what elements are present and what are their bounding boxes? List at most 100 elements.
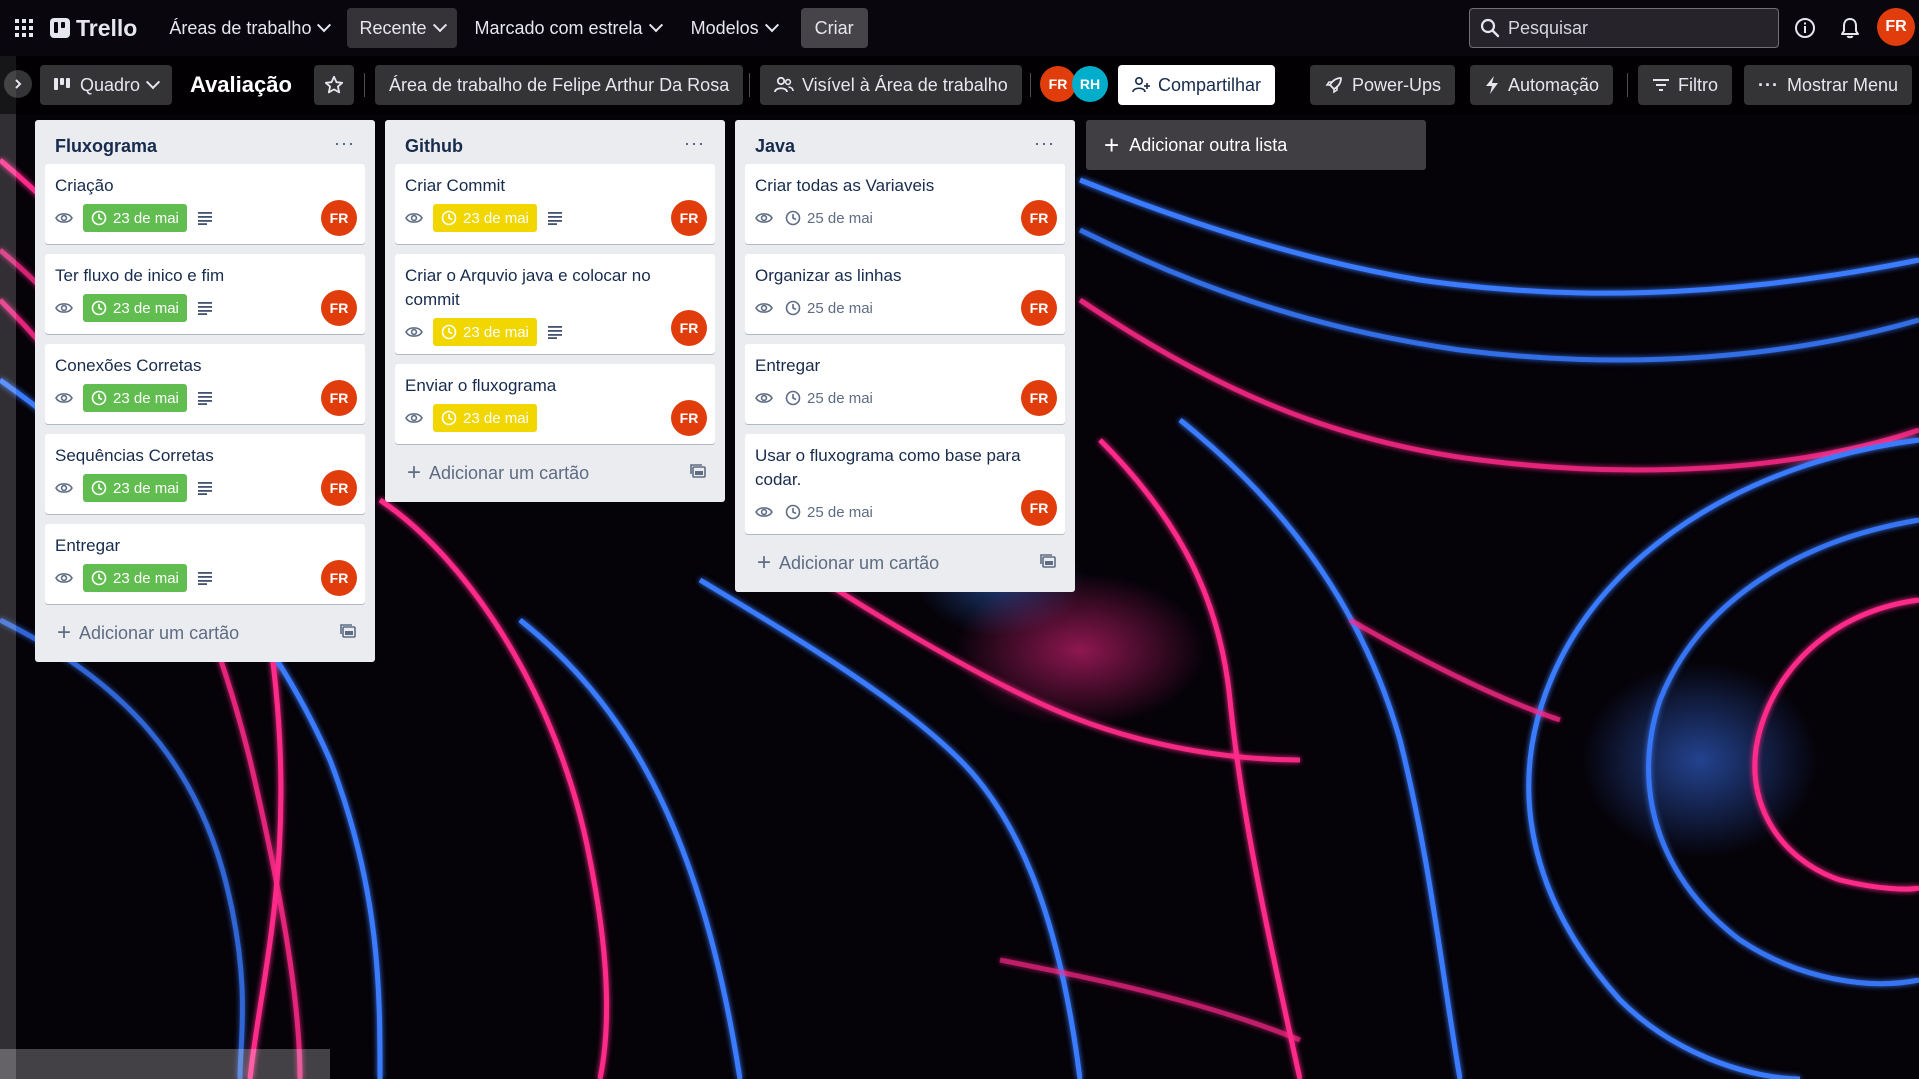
list-title[interactable]: Github [405, 136, 463, 157]
list-actions-icon[interactable]: ··· [1034, 134, 1055, 154]
board-view-switcher[interactable]: Quadro [40, 65, 173, 105]
due-date-badge[interactable]: 23 de mai [83, 384, 187, 412]
due-date-badge[interactable]: 23 de mai [83, 474, 187, 502]
show-menu-button[interactable]: ··· Mostrar Menu [1744, 65, 1913, 105]
card[interactable]: Criar todas as Variaveis 25 de mai FR [745, 164, 1065, 244]
due-date-badge[interactable]: 25 de mai [783, 204, 875, 232]
card-member-avatar[interactable]: FR [321, 200, 357, 236]
due-date-badge[interactable]: 25 de mai [783, 294, 875, 322]
add-card-label: Adicionar um cartão [779, 552, 940, 573]
create-from-template-icon[interactable] [339, 623, 357, 644]
list-actions-icon[interactable]: ··· [334, 134, 355, 154]
description-icon [197, 391, 213, 405]
menu-recent[interactable]: Recente [347, 8, 457, 48]
card-member-avatar[interactable]: FR [1021, 290, 1057, 326]
create-button[interactable]: Criar [800, 8, 868, 48]
card[interactable]: Sequências Corretas 23 de mai FR [45, 434, 365, 514]
card-member-avatar[interactable]: FR [671, 310, 707, 346]
clock-icon [785, 390, 801, 406]
card-member-avatar[interactable]: FR [321, 560, 357, 596]
member-avatar[interactable]: FR [1040, 66, 1076, 102]
watching-eye-icon [55, 571, 73, 585]
filter-button[interactable]: Filtro [1638, 65, 1732, 105]
due-date-badge[interactable]: 25 de mai [783, 498, 875, 526]
due-date-badge[interactable]: 23 de mai [433, 204, 537, 232]
card[interactable]: Criar Commit 23 de mai FR [395, 164, 715, 244]
add-card-button[interactable]: + Adicionar um cartão [45, 614, 365, 652]
horizontal-scrollbar[interactable] [0, 1049, 330, 1079]
info-icon[interactable] [1791, 14, 1819, 42]
search-icon [1480, 18, 1500, 38]
card-member-avatar[interactable]: FR [671, 200, 707, 236]
member-avatar[interactable]: RH [1072, 66, 1108, 102]
menu-starred[interactable]: Marcado com estrela [463, 8, 673, 48]
card[interactable]: Criação 23 de mai FR [45, 164, 365, 244]
power-ups-button[interactable]: Power-Ups [1310, 65, 1456, 105]
board-title[interactable]: Avaliação [190, 65, 292, 105]
list-java[interactable]: Java ··· Criar todas as Variaveis 25 de m… [735, 120, 1075, 592]
card-member-avatar[interactable]: FR [1021, 200, 1057, 236]
card-badges: 25 de mai [755, 204, 1055, 232]
due-date-text: 23 de mai [113, 209, 179, 227]
card-member-avatar[interactable]: FR [671, 400, 707, 436]
card[interactable]: Ter fluxo de inico e fim 23 de mai FR [45, 254, 365, 334]
card[interactable]: Enviar o fluxograma 23 de mai FR [395, 364, 715, 444]
menu-workspaces[interactable]: Áreas de trabalho [157, 8, 341, 48]
card[interactable]: Criar o Arquvio java e colocar no commit… [395, 254, 715, 354]
create-from-template-icon[interactable] [689, 463, 707, 484]
card[interactable]: Entregar 25 de mai FR [745, 344, 1065, 424]
account-avatar[interactable]: FR [1877, 8, 1915, 46]
menu-templates-label: Modelos [690, 17, 759, 38]
card-title: Sequências Corretas [55, 446, 214, 465]
list-header: Github ··· [395, 128, 715, 164]
watching-eye-icon [755, 391, 773, 405]
clock-icon [91, 300, 107, 316]
card-member-avatar[interactable]: FR [321, 380, 357, 416]
share-button[interactable]: Compartilhar [1118, 65, 1276, 105]
add-list-button[interactable]: + Adicionar outra lista [1086, 120, 1426, 170]
list-fluxograma[interactable]: Fluxograma ··· Criação 23 de mai FR Ter flu… [35, 120, 375, 662]
list-actions-icon[interactable]: ··· [684, 134, 705, 154]
card-member-avatar[interactable]: FR [321, 290, 357, 326]
due-date-badge[interactable]: 23 de mai [83, 564, 187, 592]
due-date-badge[interactable]: 23 de mai [83, 204, 187, 232]
card-member-avatar[interactable]: FR [321, 470, 357, 506]
card-badges: 25 de mai [755, 294, 1055, 322]
create-from-template-icon[interactable] [1039, 553, 1057, 574]
workspace-button[interactable]: Área de trabalho de Felipe Arthur Da Ros… [375, 65, 744, 105]
search-input[interactable] [1508, 17, 1758, 39]
menu-templates[interactable]: Modelos [679, 8, 789, 48]
card-title: Criação [55, 176, 114, 195]
app-switcher-icon[interactable] [10, 8, 38, 48]
star-board-button[interactable] [314, 65, 354, 105]
visibility-button[interactable]: Visível à Área de trabalho [760, 65, 1022, 105]
due-date-badge[interactable]: 23 de mai [83, 294, 187, 322]
list-header: Java ··· [745, 128, 1065, 164]
card-title: Enviar o fluxograma [405, 376, 557, 395]
card[interactable]: Entregar 23 de mai FR [45, 524, 365, 604]
card[interactable]: Organizar as linhas 25 de mai FR [745, 254, 1065, 334]
due-date-badge[interactable]: 23 de mai [433, 404, 537, 432]
list-title[interactable]: Fluxograma [55, 136, 157, 157]
add-card-button[interactable]: + Adicionar um cartão [395, 454, 715, 492]
card-container: Criar Commit 23 de mai FR Criar o Arquvio j… [395, 164, 715, 444]
list-github[interactable]: Github ··· Criar Commit 23 de mai FR Criar … [385, 120, 725, 502]
card-member-avatar[interactable]: FR [1021, 380, 1057, 416]
list-title[interactable]: Java [755, 136, 795, 157]
due-date-badge[interactable]: 25 de mai [783, 384, 875, 412]
chevron-down-icon [145, 75, 161, 90]
filter-icon [1653, 79, 1669, 91]
clock-icon [785, 300, 801, 316]
card-title: Ter fluxo de inico e fim [55, 266, 225, 285]
add-card-button[interactable]: + Adicionar um cartão [745, 544, 1065, 582]
notifications-bell-icon[interactable] [1836, 14, 1864, 42]
card[interactable]: Usar o fluxograma como base para codar. 2… [745, 434, 1065, 534]
due-date-badge[interactable]: 23 de mai [433, 318, 537, 346]
card[interactable]: Conexões Corretas 23 de mai FR [45, 344, 365, 424]
automation-button[interactable]: Automação [1470, 65, 1614, 105]
card-member-avatar[interactable]: FR [1021, 490, 1057, 526]
sidebar-expand-button[interactable] [4, 70, 32, 98]
trello-logo[interactable]: Trello [44, 15, 151, 42]
description-icon [547, 325, 563, 339]
search-box[interactable] [1469, 8, 1779, 48]
